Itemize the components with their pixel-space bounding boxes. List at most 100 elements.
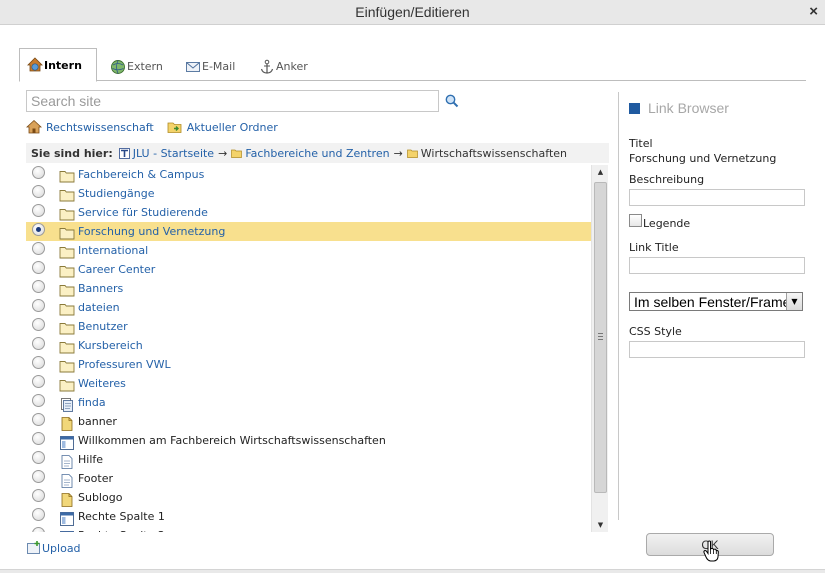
list-item[interactable]: banner	[26, 412, 592, 431]
list-item[interactable]: dateien	[26, 298, 592, 317]
list-item[interactable]: Service für Studierende	[26, 203, 592, 222]
close-button[interactable]: ×	[809, 3, 818, 20]
upload-link[interactable]: Upload	[26, 540, 81, 556]
item-radio[interactable]	[32, 185, 45, 198]
home-icon	[26, 119, 42, 134]
link-title-field[interactable]	[629, 257, 805, 274]
list-item-label[interactable]: Hilfe	[78, 453, 103, 466]
tab-extern[interactable]: Extern	[103, 52, 170, 81]
breadcrumb-item-root[interactable]: JLU - Startseite	[118, 146, 215, 160]
image-file-icon	[59, 416, 75, 432]
list-item-label[interactable]: Service für Studierende	[78, 206, 208, 219]
list-item[interactable]: finda	[26, 393, 592, 412]
list-item-label[interactable]: Weiteres	[78, 377, 126, 390]
upload-label: Upload	[42, 541, 81, 555]
list-item[interactable]: Willkommen am Fachbereich Wirtschaftswis…	[26, 431, 592, 450]
search-input[interactable]	[26, 90, 439, 112]
item-radio[interactable]	[32, 337, 45, 350]
quicklink-current-folder[interactable]: Aktueller Ordner	[167, 119, 278, 135]
item-radio[interactable]	[32, 280, 45, 293]
item-radio[interactable]	[32, 527, 45, 532]
list-item-label[interactable]: Rechte Spalte 1	[78, 510, 165, 523]
document-icon	[59, 454, 75, 470]
folder-icon	[59, 321, 75, 337]
list-item-label[interactable]: banner	[78, 415, 117, 428]
description-field[interactable]	[629, 189, 805, 206]
list-item-label[interactable]: Sublogo	[78, 491, 122, 504]
list-item[interactable]: Fachbereich & Campus	[26, 165, 592, 184]
item-radio[interactable]	[32, 356, 45, 369]
list-item[interactable]: Professuren VWL	[26, 355, 592, 374]
tab-intern[interactable]: Intern	[19, 48, 97, 82]
tab-email[interactable]: E-Mail	[178, 52, 242, 81]
item-radio[interactable]	[32, 470, 45, 483]
list-item[interactable]: Rechte Spalte 1	[26, 507, 592, 526]
link-title-label: Link Title	[629, 241, 679, 254]
breadcrumb-item-root-label: JLU - Startseite	[132, 146, 215, 160]
list-item-label[interactable]: Forschung und Vernetzung	[78, 225, 225, 238]
list-scrollbar[interactable]: ▲ ▼	[591, 165, 608, 532]
upload-icon	[27, 541, 40, 554]
list-item[interactable]: Weiteres	[26, 374, 592, 393]
list-item-label[interactable]: Willkommen am Fachbereich Wirtschaftswis…	[78, 434, 386, 447]
scroll-down-arrow-icon[interactable]: ▼	[592, 518, 609, 532]
item-radio[interactable]	[32, 242, 45, 255]
list-item[interactable]: Kursbereich	[26, 336, 592, 355]
scroll-thumb[interactable]	[594, 182, 607, 493]
list-item-label[interactable]: finda	[78, 396, 106, 409]
list-item[interactable]: Rechte Spalte 2	[26, 526, 592, 532]
item-radio[interactable]	[32, 432, 45, 445]
list-item[interactable]: Forschung und Vernetzung	[26, 222, 592, 241]
list-item[interactable]: Hilfe	[26, 450, 592, 469]
list-item[interactable]: Sublogo	[26, 488, 592, 507]
square-icon	[629, 102, 640, 114]
list-item[interactable]: Studiengänge	[26, 184, 592, 203]
list-item[interactable]: Career Center	[26, 260, 592, 279]
legend-checkbox[interactable]	[629, 214, 642, 227]
target-select[interactable]: Im selben Fenster/Frame ▼	[629, 292, 803, 311]
breadcrumb-lead: Sie sind hier:	[31, 146, 113, 160]
list-item-label[interactable]: Banners	[78, 282, 123, 295]
css-style-label: CSS Style	[629, 325, 682, 338]
breadcrumb-item-faculties[interactable]: Fachbereiche und Zentren	[231, 147, 390, 160]
css-style-field[interactable]	[629, 341, 805, 358]
scroll-up-arrow-icon[interactable]: ▲	[592, 165, 609, 179]
tab-intern-label: Intern	[44, 58, 82, 72]
list-item-label[interactable]: Footer	[78, 472, 113, 485]
email-icon	[185, 59, 201, 75]
item-radio[interactable]	[32, 204, 45, 217]
dialog-bottom-edge	[0, 569, 825, 573]
item-radio[interactable]	[32, 508, 45, 521]
item-radio[interactable]	[32, 394, 45, 407]
list-item-label[interactable]: International	[78, 244, 148, 257]
list-item-label[interactable]: Rechte Spalte 2	[78, 529, 165, 532]
list-item[interactable]: Benutzer	[26, 317, 592, 336]
title-label: Titel	[629, 137, 653, 150]
list-item-label[interactable]: dateien	[78, 301, 120, 314]
item-radio[interactable]	[32, 413, 45, 426]
quicklink-home[interactable]: Rechtswissenschaft	[26, 119, 154, 135]
list-item-label[interactable]: Fachbereich & Campus	[78, 168, 204, 181]
list-item-label[interactable]: Professuren VWL	[78, 358, 171, 371]
tab-anker[interactable]: Anker	[252, 52, 315, 81]
list-item[interactable]: Footer	[26, 469, 592, 488]
item-radio[interactable]	[32, 489, 45, 502]
chevron-down-icon[interactable]: ▼	[786, 293, 802, 310]
list-item-label[interactable]: Benutzer	[78, 320, 128, 333]
item-radio[interactable]	[32, 451, 45, 464]
folder-icon	[59, 207, 75, 223]
item-radio[interactable]	[32, 299, 45, 312]
item-radio[interactable]	[32, 166, 45, 179]
tab-email-label: E-Mail	[202, 60, 236, 73]
magnifier-icon[interactable]	[444, 93, 460, 109]
list-item-label[interactable]: Studiengänge	[78, 187, 155, 200]
folder-icon	[406, 149, 418, 158]
list-item[interactable]: International	[26, 241, 592, 260]
item-radio[interactable]	[32, 318, 45, 331]
list-item-label[interactable]: Kursbereich	[78, 339, 143, 352]
item-radio[interactable]	[32, 261, 45, 274]
list-item[interactable]: Banners	[26, 279, 592, 298]
item-radio[interactable]	[32, 375, 45, 388]
list-item-label[interactable]: Career Center	[78, 263, 155, 276]
item-radio[interactable]	[32, 223, 45, 236]
